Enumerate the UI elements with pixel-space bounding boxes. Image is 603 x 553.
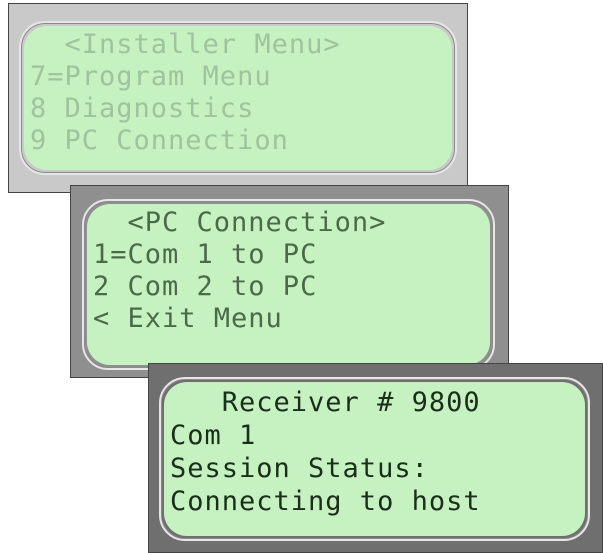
- lcd-bezel: <PC Connection> 1=Com 1 to PC 2 Com 2 to…: [82, 199, 495, 370]
- com-port-label: Com 1: [170, 420, 257, 451]
- menu-option-diagnostics[interactable]: 8 Diagnostics: [30, 92, 446, 126]
- installer-menu-display: <Installer Menu> 7=Program Menu 8 Diagno…: [8, 3, 468, 193]
- lcd-screen: Receiver # 9800 Com 1 Session Status: Co…: [164, 382, 585, 536]
- lcd-bezel: <Installer Menu> 7=Program Menu 8 Diagno…: [19, 21, 457, 175]
- menu-title: <Installer Menu>: [30, 29, 341, 60]
- lcd-screen: <PC Connection> 1=Com 1 to PC 2 Com 2 to…: [87, 204, 490, 365]
- menu-option-com2-to-pc[interactable]: 2 Com 2 to PC: [93, 270, 484, 304]
- session-status-value: Connecting to host: [170, 486, 481, 517]
- menu-option-exit-menu[interactable]: < Exit Menu: [93, 302, 484, 336]
- menu-option-pc-connection[interactable]: 9 PC Connection: [30, 124, 446, 158]
- lcd-bezel: Receiver # 9800 Com 1 Session Status: Co…: [159, 377, 590, 541]
- menu-option-com1-to-pc[interactable]: 1=Com 1 to PC: [93, 238, 484, 272]
- lcd-screen: <Installer Menu> 7=Program Menu 8 Diagno…: [24, 26, 452, 170]
- session-status-display: Receiver # 9800 Com 1 Session Status: Co…: [148, 363, 603, 553]
- menu-title: <PC Connection>: [93, 207, 387, 238]
- menu-option-program-menu[interactable]: 7=Program Menu: [30, 60, 446, 94]
- pc-connection-display: <PC Connection> 1=Com 1 to PC 2 Com 2 to…: [70, 185, 509, 378]
- session-status-label: Session Status:: [170, 453, 429, 484]
- receiver-number: Receiver # 9800: [170, 387, 481, 418]
